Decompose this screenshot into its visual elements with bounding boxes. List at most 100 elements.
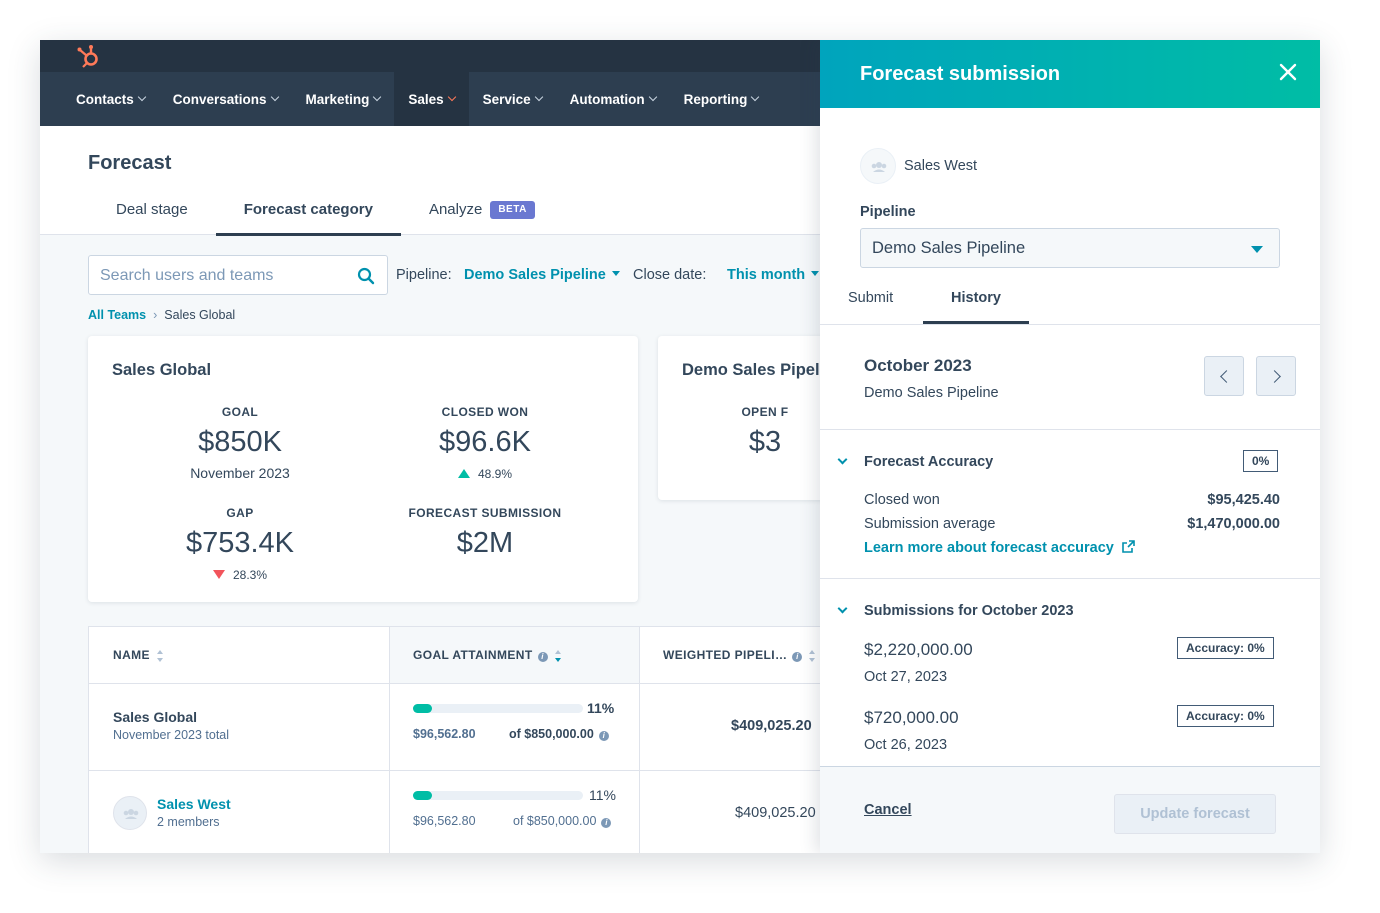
chevron-down-icon	[270, 92, 279, 102]
pipeline-filter-label: Pipeline:	[396, 267, 452, 283]
goal-metric: GOAL $850K November 2023	[140, 405, 340, 481]
open-metric: OPEN F $3	[690, 405, 840, 459]
update-forecast-button[interactable]: Update forecast	[1114, 794, 1276, 834]
goal-period: November 2023	[190, 465, 290, 481]
submission-amount: $2,220,000.00	[864, 640, 973, 659]
nav-contacts[interactable]: Contacts	[62, 72, 159, 126]
header-name[interactable]: NAME	[113, 627, 164, 683]
info-icon[interactable]: i	[792, 652, 803, 662]
chevron-down-icon[interactable]	[837, 454, 848, 465]
header-weighted-pipeline[interactable]: WEIGHTED PIPELI… i	[663, 627, 816, 683]
app-window: Contacts Conversations Marketing Sales S…	[40, 40, 1320, 853]
nav-reporting[interactable]: Reporting	[670, 72, 773, 126]
forecast-submission-panel: Forecast submission Sales West Pipeline …	[820, 40, 1320, 853]
submission-accuracy-badge: Accuracy: 0%	[1177, 705, 1274, 727]
tab-history[interactable]: History	[951, 290, 1001, 306]
goal-progress-pct: 11%	[589, 787, 616, 803]
weighted-value: $409,025.20	[731, 718, 812, 734]
closed-won-metric: CLOSED WON $96.6K 48.9%	[385, 405, 585, 481]
caret-down-icon	[811, 271, 820, 276]
gap-value: $753.4K	[185, 527, 295, 559]
tab-submit[interactable]: Submit	[848, 290, 893, 306]
search-placeholder: Search users and teams	[100, 267, 274, 284]
external-link-icon	[1122, 540, 1135, 553]
chevron-down-icon	[373, 92, 382, 102]
sort-icon	[809, 649, 816, 662]
tabs-divider	[820, 324, 1320, 325]
nav-sales[interactable]: Sales	[394, 72, 469, 126]
goal-amount: $96,562.80	[413, 814, 476, 828]
search-icon[interactable]	[357, 267, 375, 285]
nav-conversations[interactable]: Conversations	[159, 72, 292, 126]
summary-card: Sales Global GOAL $850K November 2023 CL…	[88, 336, 638, 602]
chevron-down-icon	[447, 92, 456, 102]
submission-average-label: Submission average	[864, 516, 996, 532]
closed-won-change-pct: 48.9%	[477, 467, 513, 481]
beta-badge: BETA	[490, 201, 535, 219]
caret-down-icon	[611, 271, 620, 276]
submission-accuracy-badge: Accuracy: 0%	[1177, 637, 1274, 659]
open-label: OPEN F	[741, 405, 789, 419]
goal-value: $850K	[198, 426, 282, 458]
next-period-button[interactable]	[1256, 356, 1296, 396]
panel-title: Forecast submission	[860, 63, 1061, 85]
search-input[interactable]: Search users and teams	[88, 255, 388, 295]
pipeline-filter[interactable]: Demo Sales Pipeline	[464, 267, 620, 283]
header-divider	[89, 683, 829, 684]
row-sub: 2 members	[157, 815, 220, 829]
goal-of: of $850,000.00 i	[513, 814, 612, 828]
pipeline-select[interactable]: Demo Sales Pipeline	[860, 228, 1280, 268]
breadcrumb: All Teams › Sales Global	[88, 308, 235, 322]
close-date-filter[interactable]: This month	[727, 267, 820, 283]
main-nav: Contacts Conversations Marketing Sales S…	[62, 72, 772, 126]
goal-of: of $850,000.00 i	[509, 727, 609, 741]
team-avatar	[113, 796, 147, 830]
nav-label: Marketing	[305, 91, 370, 107]
closed-won-label: Closed won	[864, 492, 940, 508]
info-icon[interactable]: i	[537, 652, 548, 662]
top-nav: Contacts Conversations Marketing Sales S…	[40, 40, 820, 126]
breadcrumb-all-teams[interactable]: All Teams	[88, 308, 146, 322]
info-icon[interactable]: i	[598, 731, 609, 741]
forecast-submission-metric: FORECAST SUBMISSION $2M	[385, 506, 585, 560]
column-divider	[639, 627, 640, 853]
submissions-title[interactable]: Submissions for October 2023	[864, 603, 1074, 619]
nav-automation[interactable]: Automation	[556, 72, 670, 126]
forecast-submission-value: $2M	[456, 527, 514, 559]
closed-won-value: $95,425.40	[1207, 492, 1280, 508]
summary-card-title: Sales Global	[112, 361, 212, 379]
closed-won-label: CLOSED WON	[441, 405, 529, 419]
chevron-down-icon[interactable]	[837, 603, 848, 614]
chevron-left-icon	[1220, 370, 1233, 383]
gap-change-pct: 28.3%	[232, 568, 268, 582]
hubspot-logo-icon[interactable]	[76, 44, 102, 70]
accuracy-title[interactable]: Forecast Accuracy	[864, 454, 993, 470]
close-date-label: Close date:	[633, 267, 707, 283]
chevron-right-icon	[1268, 370, 1281, 383]
closed-won-change: 48.9%	[385, 465, 585, 481]
nav-marketing[interactable]: Marketing	[292, 72, 395, 126]
header-weighted-label: WEIGHTED PIPELI…	[663, 648, 788, 662]
tab-analyze[interactable]: Analyze BETA	[401, 194, 563, 235]
nav-label: Reporting	[683, 91, 748, 107]
chevron-down-icon	[534, 92, 543, 102]
nav-service[interactable]: Service	[469, 72, 556, 126]
cancel-button[interactable]: Cancel	[864, 802, 912, 818]
forecast-submission-label: FORECAST SUBMISSION	[408, 506, 562, 520]
gap-change: 28.3%	[140, 566, 340, 582]
close-icon[interactable]	[1278, 62, 1298, 82]
goal-of-text: of $850,000.00	[513, 814, 597, 828]
submission-date: Oct 26, 2023	[864, 737, 948, 753]
learn-more-link[interactable]: Learn more about forecast accuracy	[864, 540, 1135, 556]
prev-period-button[interactable]	[1204, 356, 1244, 396]
header-goal-attainment[interactable]: GOAL ATTAINMENT i	[413, 627, 562, 683]
row-name-link[interactable]: Sales West	[157, 796, 231, 812]
goal-progress-fill	[413, 704, 432, 713]
nav-label: Service	[482, 91, 531, 107]
page-header: Forecast Deal stage Forecast category An…	[40, 126, 820, 236]
tab-deal-stage[interactable]: Deal stage	[88, 194, 216, 235]
goal-progress-bar	[413, 791, 583, 800]
info-icon[interactable]: i	[601, 818, 612, 828]
close-date-value: This month	[727, 267, 806, 283]
tab-forecast-category[interactable]: Forecast category	[215, 194, 402, 236]
